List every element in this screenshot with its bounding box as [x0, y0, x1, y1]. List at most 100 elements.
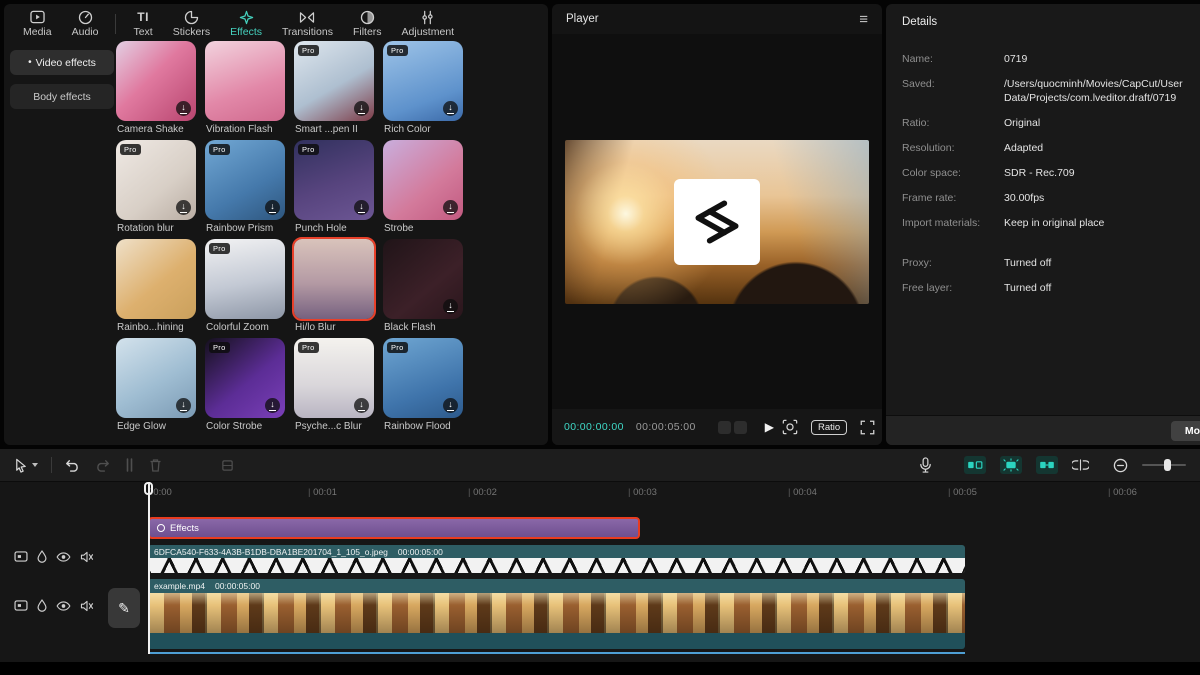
effect-thumbnail[interactable]: [205, 41, 285, 121]
effect-item[interactable]: ↓ Black Flash: [383, 239, 465, 336]
crop-tool[interactable]: [221, 459, 234, 472]
delete-button[interactable]: [149, 458, 162, 472]
effect-item[interactable]: Rainbo...hining: [116, 239, 198, 336]
effect-item[interactable]: Pro ↓ Punch Hole: [294, 140, 376, 237]
category-video-effects[interactable]: • Video effects: [10, 50, 114, 75]
main-track-icon[interactable]: [14, 600, 28, 611]
tab-adjustment[interactable]: Adjustment: [393, 8, 464, 39]
effect-item[interactable]: ↓ Camera Shake: [116, 41, 198, 138]
detail-row: Free layer: Turned off: [902, 281, 1192, 295]
pro-badge: Pro: [209, 342, 230, 353]
pro-badge: Pro: [209, 243, 230, 254]
zoom-slider-handle[interactable]: [1164, 459, 1171, 471]
image-clip[interactable]: 6DFCA540-F633-4A3B-B1DB-DBA1BE201704_1_1…: [148, 545, 965, 573]
zoom-out-icon[interactable]: [1113, 458, 1128, 473]
download-icon[interactable]: ↓: [354, 200, 369, 215]
sticker-icon: [183, 9, 199, 25]
effect-item[interactable]: ↓ Strobe: [383, 140, 465, 237]
player-controls: 00:00:00:00 00:00:05:00 ▶ Ratio: [552, 409, 882, 445]
download-icon[interactable]: ↓: [354, 398, 369, 413]
mute-track-icon[interactable]: [80, 600, 94, 612]
effect-thumbnail[interactable]: Pro ↓: [294, 338, 374, 418]
tab-effects[interactable]: Effects: [221, 8, 271, 39]
effect-thumbnail[interactable]: ↓: [116, 41, 196, 121]
tab-media[interactable]: Media: [14, 8, 61, 39]
effect-thumbnail[interactable]: Pro ↓: [294, 140, 374, 220]
timeline-zoom-slider[interactable]: [1142, 464, 1186, 466]
modify-button[interactable]: Mo: [1171, 421, 1200, 441]
effect-item[interactable]: Pro ↓ Psyche...c Blur: [294, 338, 376, 435]
effect-thumbnail[interactable]: [294, 239, 374, 319]
effect-thumbnail[interactable]: Pro ↓: [383, 338, 463, 418]
category-body-effects[interactable]: Body effects: [10, 84, 114, 109]
effect-thumbnail[interactable]: Pro ↓: [205, 140, 285, 220]
auto-link-toggle[interactable]: [1036, 456, 1058, 474]
video-clip[interactable]: example.mp4 00:00:05:00: [148, 579, 965, 649]
edit-track-button[interactable]: ✎: [108, 588, 140, 628]
tab-text[interactable]: TI Text: [124, 8, 161, 39]
video-preview[interactable]: [565, 140, 869, 304]
download-icon[interactable]: ↓: [443, 398, 458, 413]
effect-label: Camera Shake: [117, 124, 198, 135]
playhead-handle[interactable]: [144, 482, 153, 495]
ruler-tick: 00:06: [1108, 487, 1200, 498]
details-title: Details: [902, 16, 937, 28]
video-filmstrip: [148, 593, 965, 633]
effect-thumbnail[interactable]: ↓: [383, 140, 463, 220]
tab-transitions[interactable]: Transitions: [273, 8, 342, 39]
effect-thumbnail[interactable]: ↓: [383, 239, 463, 319]
record-voiceover-icon[interactable]: [919, 457, 932, 473]
download-icon[interactable]: ↓: [354, 101, 369, 116]
timeline-ruler[interactable]: 00:00 00:01 00:02 00:03 00:04 00:05 00:0…: [148, 482, 1200, 502]
download-icon[interactable]: ↓: [265, 398, 280, 413]
fullscreen-icon[interactable]: [860, 420, 875, 435]
main-track-icon[interactable]: [14, 551, 28, 562]
magnetic-snap-toggle[interactable]: [1000, 456, 1022, 474]
preview-axis-toggle[interactable]: [964, 456, 986, 474]
download-icon[interactable]: ↓: [176, 101, 191, 116]
next-frame-button[interactable]: [734, 421, 747, 434]
effect-item[interactable]: Vibration Flash: [205, 41, 287, 138]
effect-item[interactable]: Hi/lo Blur: [294, 239, 376, 336]
pro-badge: Pro: [298, 342, 319, 353]
download-icon[interactable]: ↓: [176, 398, 191, 413]
download-icon[interactable]: ↓: [443, 299, 458, 314]
player-menu-icon[interactable]: ≡: [859, 11, 868, 28]
ratio-button[interactable]: Ratio: [811, 420, 847, 435]
effect-thumbnail[interactable]: ↓: [116, 338, 196, 418]
tab-filters[interactable]: Filters: [344, 8, 391, 39]
effect-item[interactable]: Pro ↓ Rainbow Flood: [383, 338, 465, 435]
snapshot-icon[interactable]: [782, 419, 798, 435]
tab-stickers[interactable]: Stickers: [164, 8, 219, 39]
cover-icon[interactable]: [37, 550, 47, 563]
mute-track-icon[interactable]: [80, 551, 94, 563]
hide-track-icon[interactable]: [56, 601, 71, 611]
effect-thumbnail[interactable]: Pro ↓: [205, 338, 285, 418]
effect-item[interactable]: Pro ↓ Rich Color: [383, 41, 465, 138]
detail-row: Ratio: Original: [902, 116, 1192, 130]
play-button[interactable]: ▶: [765, 420, 774, 434]
prev-frame-button[interactable]: [718, 421, 731, 434]
download-icon[interactable]: ↓: [443, 101, 458, 116]
download-icon[interactable]: ↓: [176, 200, 191, 215]
effects-grid: ↓ Camera Shake Vibration Flash Pro: [116, 41, 544, 435]
effect-thumbnail[interactable]: Pro ↓: [116, 140, 196, 220]
effect-thumbnail[interactable]: Pro ↓: [383, 41, 463, 121]
effect-item[interactable]: Pro ↓ Rotation blur: [116, 140, 198, 237]
effect-item[interactable]: Pro ↓ Color Strobe: [205, 338, 287, 435]
unlink-tool[interactable]: [1072, 459, 1089, 471]
download-icon[interactable]: ↓: [443, 200, 458, 215]
effect-item[interactable]: ↓ Edge Glow: [116, 338, 198, 435]
effect-item[interactable]: Pro ↓ Rainbow Prism: [205, 140, 287, 237]
download-icon[interactable]: ↓: [265, 200, 280, 215]
effects-clip-selected[interactable]: Effects: [148, 517, 640, 539]
effect-thumbnail[interactable]: Pro: [205, 239, 285, 319]
cover-icon[interactable]: [37, 599, 47, 612]
tab-audio[interactable]: Audio: [63, 8, 108, 39]
playhead-line[interactable]: [148, 482, 150, 654]
effect-item[interactable]: Pro ↓ Smart ...pen II: [294, 41, 376, 138]
hide-track-icon[interactable]: [56, 552, 71, 562]
effect-thumbnail[interactable]: Pro ↓: [294, 41, 374, 121]
effect-thumbnail[interactable]: [116, 239, 196, 319]
effect-item[interactable]: Pro Colorful Zoom: [205, 239, 287, 336]
